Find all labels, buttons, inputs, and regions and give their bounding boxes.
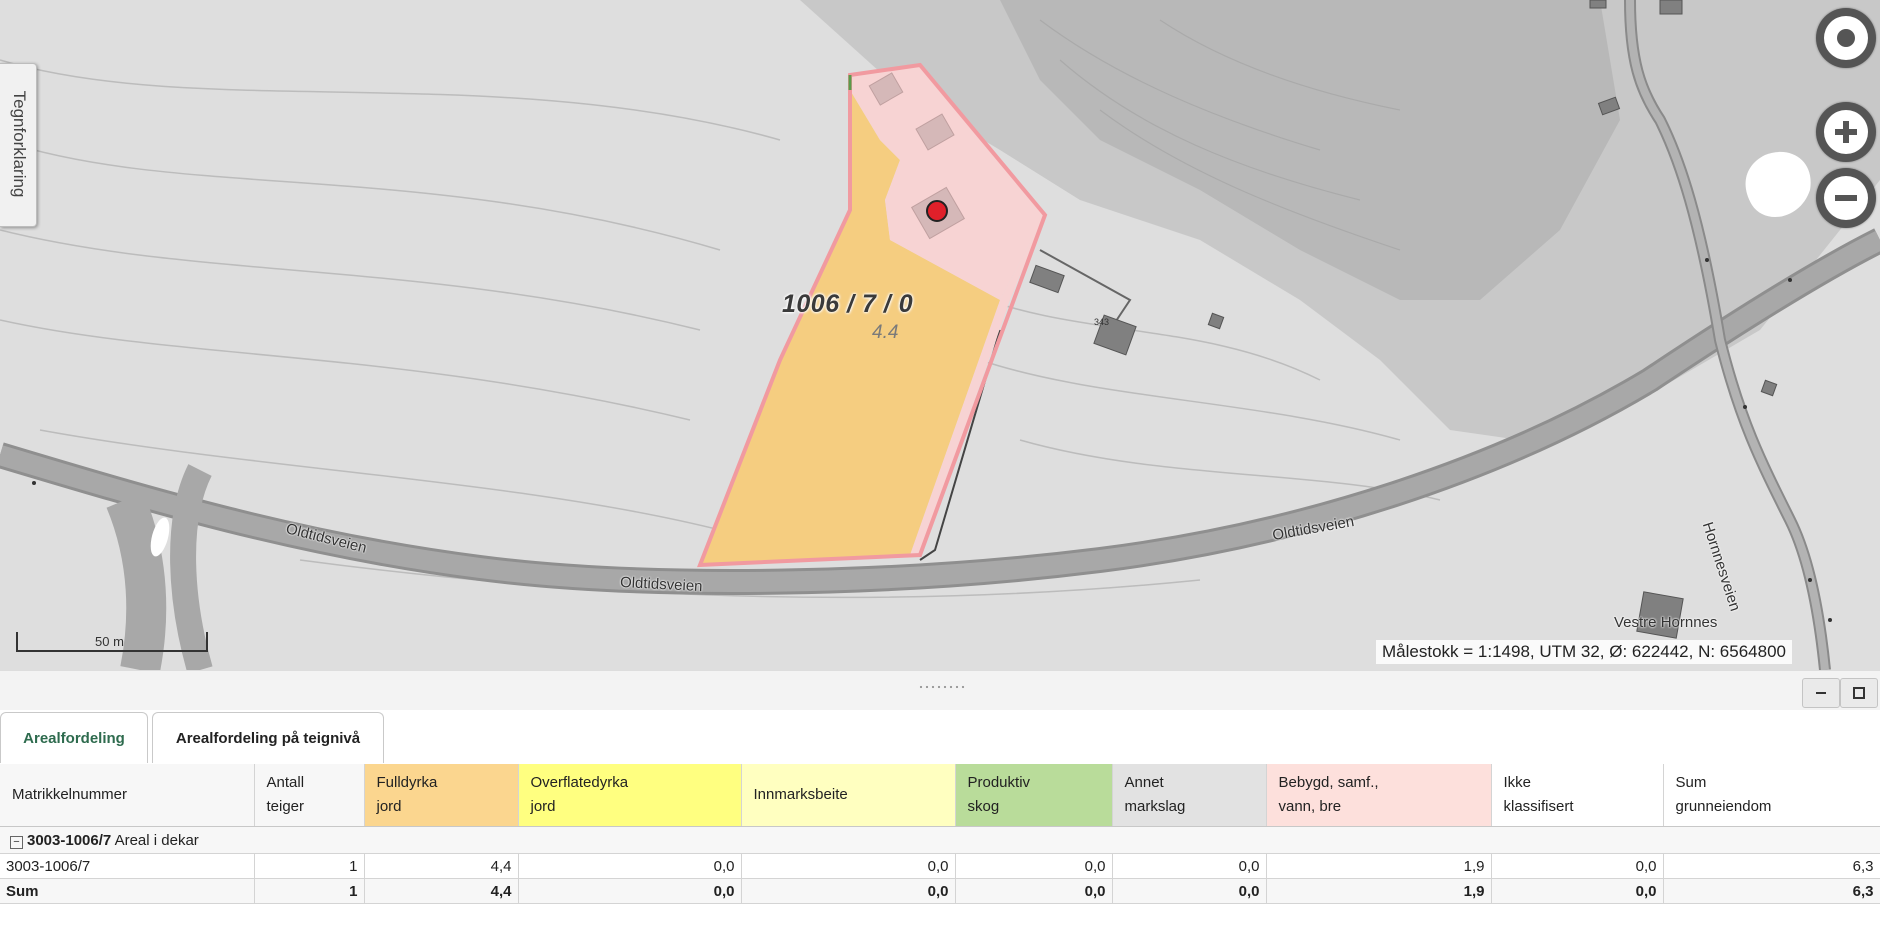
sum-row: Sum 1 4,4 0,0 0,0 0,0 0,0 1,9 0,0 6,3: [0, 878, 1880, 904]
table-group-row[interactable]: −3003-1006/7 Areal i dekar: [0, 826, 1880, 854]
minus-icon: [1824, 176, 1868, 220]
cell-antall-teiger: 1: [254, 853, 365, 879]
col-header-antall-teiger[interactable]: Antall teiger: [254, 764, 365, 827]
cell-sum-grunneiendom: 6,3: [1663, 878, 1880, 904]
col-header-annet-markslag[interactable]: Annet markslag: [1112, 764, 1267, 827]
parcel-label: 1006 / 7 / 0: [782, 290, 914, 318]
maximize-icon: [1853, 687, 1865, 699]
cell-sum-label: Sum: [0, 878, 255, 904]
cell-sum-innmarksbeite: 0,0: [741, 878, 956, 904]
maximize-button[interactable]: [1840, 678, 1878, 708]
tab-arealfordeling-teigniva[interactable]: Arealfordeling på teignivå: [152, 712, 384, 763]
plus-icon: [1824, 110, 1868, 154]
minimize-button[interactable]: [1802, 678, 1840, 708]
house-number: 343: [1094, 317, 1109, 327]
collapse-icon[interactable]: −: [10, 835, 23, 849]
panel-splitter[interactable]: [0, 670, 1880, 711]
location-marker[interactable]: [926, 200, 948, 222]
col-header-ikke-klassifisert[interactable]: Ikke klassifisert: [1491, 764, 1664, 827]
group-label: Areal i dekar: [114, 831, 199, 849]
col-header-fulldyrka[interactable]: Fulldyrka jord: [364, 764, 519, 827]
table-header-row: Matrikkelnummer Antall teiger Fulldyrka jo…: [0, 764, 1880, 827]
place-label: Vestre Hornnes: [1614, 614, 1718, 631]
cell-sum-ikke-klassifisert: 0,0: [1491, 878, 1664, 904]
cell-annet-markslag: 0,0: [1112, 853, 1267, 879]
legend-tab[interactable]: Tegnforklaring: [0, 63, 37, 227]
col-header-overflatedyrka[interactable]: Overflatedyrka jord: [518, 764, 742, 827]
cell-fulldyrka: 4,4: [364, 853, 519, 879]
drag-handle-icon[interactable]: [918, 684, 966, 690]
locate-icon: [1824, 16, 1868, 60]
group-id: 3003-1006/7: [27, 831, 112, 849]
coordinate-readout: Målestokk = 1:1498, UTM 32, Ø: 622442, N…: [1376, 640, 1792, 664]
cell-sum-antall: 1: [254, 878, 365, 904]
col-header-matrikkelnummer[interactable]: Matrikkelnummer: [0, 764, 255, 827]
minimize-icon: [1816, 692, 1826, 694]
cell-sum-fulldyrka: 4,4: [364, 878, 519, 904]
col-header-innmarksbeite[interactable]: Innmarksbeite: [741, 764, 956, 827]
cell-bebygd: 1,9: [1266, 853, 1492, 879]
scale-bar-label: 50 m: [95, 634, 124, 649]
cell-produktiv-skog: 0,0: [955, 853, 1113, 879]
locate-button[interactable]: [1816, 8, 1876, 68]
cell-sum-annet-markslag: 0,0: [1112, 878, 1267, 904]
map-view[interactable]: 343 Tegnforklaring 1006 / 7 / 0 4.4 Oldt…: [0, 0, 1880, 670]
col-header-sum-grunneiendom[interactable]: Sum grunneiendom: [1663, 764, 1880, 827]
cell-sum-produktiv-skog: 0,0: [955, 878, 1113, 904]
area-table: Matrikkelnummer Antall teiger Fulldyrka jo…: [0, 764, 1880, 904]
cell-matrikkelnummer: 3003-1006/7: [0, 853, 255, 879]
parcel-area: 4.4: [872, 322, 899, 343]
legend-tab-label: Tegnforklaring: [10, 90, 29, 198]
cell-ikke-klassifisert: 0,0: [1491, 853, 1664, 879]
table-row[interactable]: 3003-1006/7 1 4,4 0,0 0,0 0,0 0,0 1,9 0,…: [0, 853, 1880, 879]
tab-arealfordeling[interactable]: Arealfordeling: [0, 712, 148, 763]
col-header-produktiv-skog[interactable]: Produktiv skog: [955, 764, 1113, 827]
cell-sum-bebygd: 1,9: [1266, 878, 1492, 904]
zoom-in-button[interactable]: [1816, 102, 1876, 162]
zoom-out-button[interactable]: [1816, 168, 1876, 228]
map-canvas[interactable]: 343: [0, 0, 1880, 670]
col-header-bebygd[interactable]: Bebygd, samf., vann, bre: [1266, 764, 1492, 827]
panel-tabs: Arealfordeling Arealfordeling på teigniv…: [0, 710, 1880, 765]
cell-sum-overflatedyrka: 0,0: [518, 878, 742, 904]
cell-innmarksbeite: 0,0: [741, 853, 956, 879]
cell-sum-grunneiendom: 6,3: [1663, 853, 1880, 879]
cell-overflatedyrka: 0,0: [518, 853, 742, 879]
